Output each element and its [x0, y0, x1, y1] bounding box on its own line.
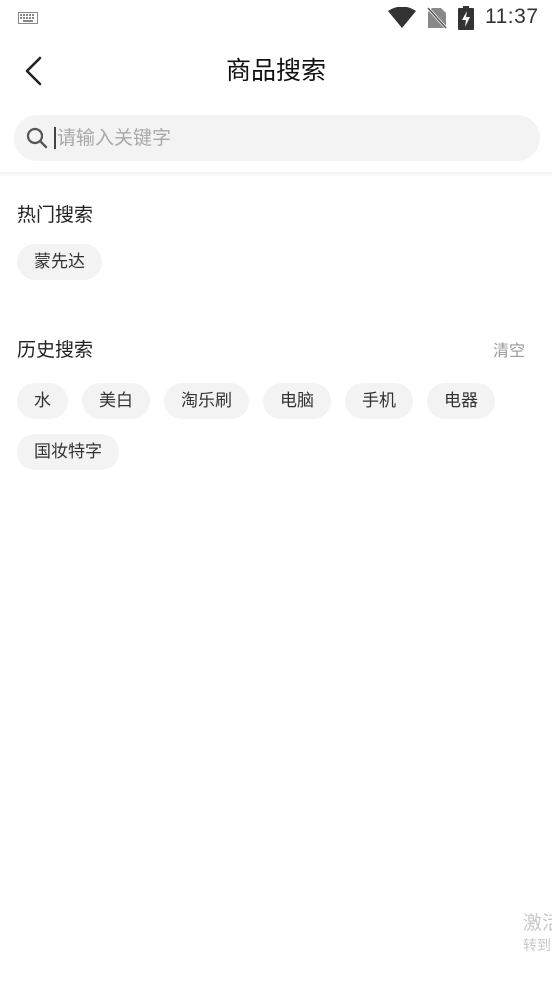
- hot-search-title: 热门搜索: [17, 204, 94, 226]
- history-search-tag[interactable]: 美白: [82, 383, 150, 419]
- watermark-subtitle: 转到: [523, 938, 551, 954]
- history-search-tag[interactable]: 国妆特字: [17, 434, 119, 470]
- header: 商品搜索: [0, 36, 552, 106]
- search-input[interactable]: [57, 127, 497, 149]
- activation-watermark: 激活 转到: [523, 910, 552, 956]
- hot-search-list: 蒙先达: [17, 244, 537, 280]
- history-search-tag[interactable]: 手机: [345, 383, 413, 419]
- chevron-left-icon: [25, 56, 42, 86]
- back-button[interactable]: [14, 52, 52, 90]
- header-divider: [0, 172, 552, 176]
- search-icon: [26, 127, 48, 149]
- no-sim-icon: [427, 7, 447, 29]
- search-box[interactable]: [14, 115, 540, 161]
- wifi-icon: [388, 7, 416, 28]
- history-search-title: 历史搜索: [17, 339, 94, 361]
- history-search-tag[interactable]: 电器: [427, 383, 495, 419]
- clear-history-button[interactable]: 清空: [493, 337, 525, 361]
- watermark-title: 激活: [523, 912, 552, 934]
- history-search-tag[interactable]: 水: [17, 383, 68, 419]
- status-time: 11:37: [485, 5, 539, 28]
- history-search-tag[interactable]: 电脑: [263, 383, 331, 419]
- keyboard-icon: [18, 12, 38, 24]
- hot-search-tag[interactable]: 蒙先达: [17, 244, 102, 280]
- text-caret: [54, 127, 56, 149]
- history-search-list: 水 美白 淘乐刷 电脑 手机 电器 国妆特字: [17, 383, 537, 470]
- history-search-tag[interactable]: 淘乐刷: [164, 383, 249, 419]
- page-title: 商品搜索: [225, 56, 326, 85]
- status-bar: 11:37: [0, 0, 552, 36]
- battery-charging-icon: [458, 6, 474, 30]
